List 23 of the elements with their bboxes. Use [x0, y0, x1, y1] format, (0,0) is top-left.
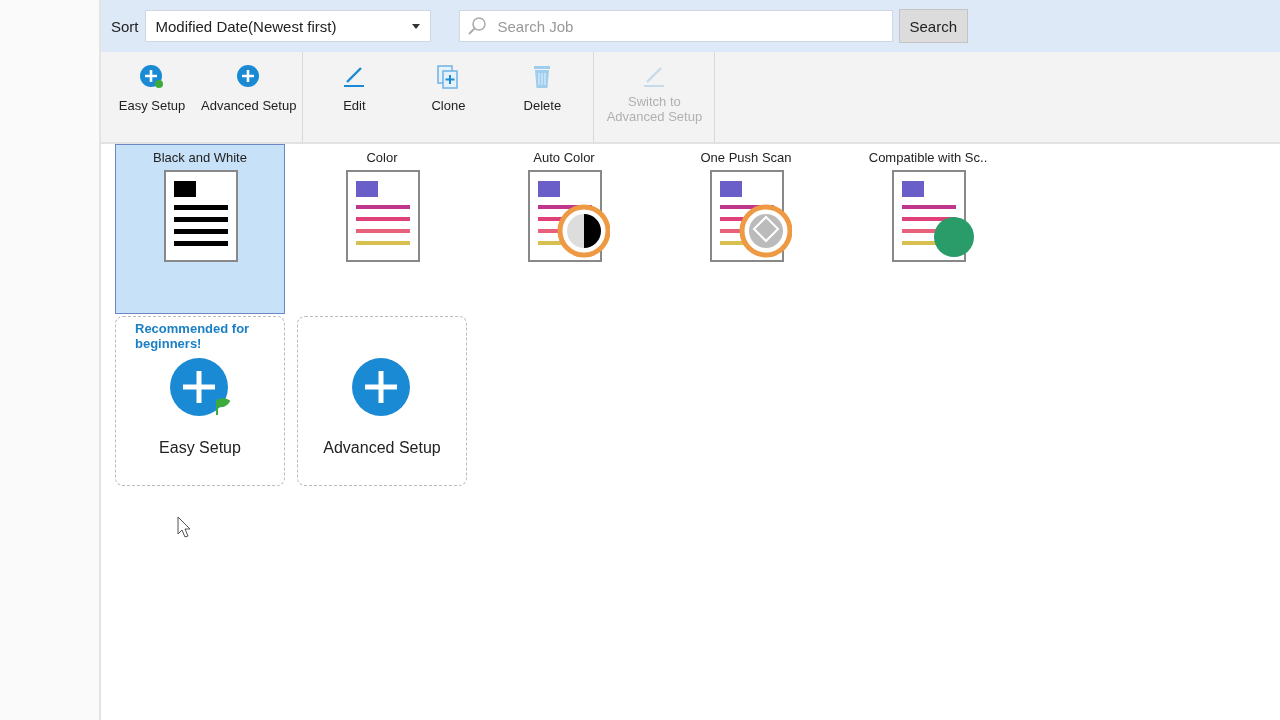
toolbar-button[interactable]: Advanced Setup [199, 52, 299, 142]
plus-icon [235, 64, 262, 90]
sort-dropdown[interactable]: Modified Date(Newest first) [144, 10, 431, 42]
mouse-pointer-icon [177, 516, 191, 538]
job-tile[interactable]: Compatible with Sc.. [843, 144, 1013, 314]
create-tile[interactable]: Advanced Setup [297, 316, 467, 486]
toolbar-button[interactable]: Easy Setup [105, 52, 199, 142]
search-field[interactable]: Search Job [458, 10, 893, 42]
sort-label: Sort [111, 17, 139, 35]
toolbar-button[interactable]: Clone [401, 52, 496, 142]
caret-icon [411, 23, 420, 29]
job-tile[interactable]: Color [297, 144, 467, 314]
job-tile[interactable]: Black and White [115, 144, 285, 314]
search-icon [466, 16, 487, 36]
toolbar-button[interactable]: Delete [495, 52, 590, 142]
job-tile[interactable]: Auto Color [479, 144, 649, 314]
search-button[interactable]: Search [898, 9, 969, 43]
create-tile[interactable]: Recommended for beginners! Easy Setup [115, 316, 285, 486]
plus-icon [169, 357, 231, 419]
job-tile[interactable]: One Push Scan [661, 144, 831, 314]
toolbar-button[interactable]: Edit [307, 52, 402, 142]
plus-icon [139, 64, 165, 90]
plus-icon [351, 357, 413, 419]
